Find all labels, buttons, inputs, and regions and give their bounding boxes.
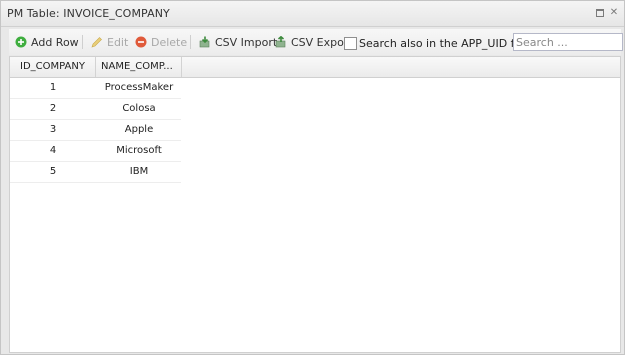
csv-import-label: CSV Import	[215, 35, 278, 49]
grid-toolbar: Add Row Edit Delete CSV Import CSV Expor…	[9, 29, 623, 55]
csv-export-icon	[275, 36, 286, 48]
edit-label: Edit	[107, 35, 129, 49]
pencil-icon	[91, 37, 102, 48]
toolbar-separator	[190, 35, 191, 49]
data-grid: ID_COMPANY NAME_COMP... 1 ProcessMaker 2…	[9, 56, 621, 353]
toolbar-separator	[82, 35, 83, 49]
maximize-icon[interactable]	[595, 8, 605, 18]
cell-id: 1	[49, 82, 57, 93]
search-uid-label: Search also in the APP_UID field	[359, 37, 535, 50]
table-row[interactable]: 2 Colosa	[10, 99, 181, 120]
cell-name: IBM	[129, 166, 149, 177]
add-row-button[interactable]: Add Row	[15, 33, 79, 51]
pm-table-window: PM Table: INVOICE_COMPANY ✕ Add Row Edit	[0, 0, 625, 355]
csv-import-icon	[199, 36, 210, 48]
delete-label: Delete	[151, 35, 188, 49]
column-header-name-company[interactable]: NAME_COMP...	[96, 57, 182, 77]
cell-id: 4	[49, 145, 57, 156]
add-icon	[15, 36, 27, 48]
window-title: PM Table: INVOICE_COMPANY	[7, 7, 170, 20]
table-row[interactable]: 5 IBM	[10, 162, 181, 183]
search-input[interactable]	[513, 33, 623, 51]
cell-name: Colosa	[122, 103, 156, 114]
cell-id: 2	[49, 103, 57, 114]
cell-name: Apple	[124, 124, 154, 135]
add-row-label: Add Row	[31, 35, 79, 49]
close-icon[interactable]: ✕	[609, 8, 619, 18]
table-row[interactable]: 1 ProcessMaker	[10, 78, 181, 99]
window-titlebar[interactable]: PM Table: INVOICE_COMPANY ✕	[1, 1, 624, 27]
search-uid-checkbox[interactable]	[344, 37, 357, 50]
column-header-id-company[interactable]: ID_COMPANY	[10, 57, 96, 77]
table-row[interactable]: 4 Microsoft	[10, 141, 181, 162]
cell-id: 5	[49, 166, 57, 177]
delete-icon	[135, 36, 147, 48]
edit-button[interactable]: Edit	[91, 33, 128, 51]
cell-name: ProcessMaker	[104, 82, 174, 93]
grid-header: ID_COMPANY NAME_COMP...	[10, 57, 620, 78]
csv-import-button[interactable]: CSV Import	[199, 33, 277, 51]
cell-name: Microsoft	[116, 145, 162, 156]
cell-id: 3	[49, 124, 57, 135]
csv-export-button[interactable]: CSV Export	[275, 33, 353, 51]
delete-button[interactable]: Delete	[135, 33, 187, 51]
table-row[interactable]: 3 Apple	[10, 120, 181, 141]
